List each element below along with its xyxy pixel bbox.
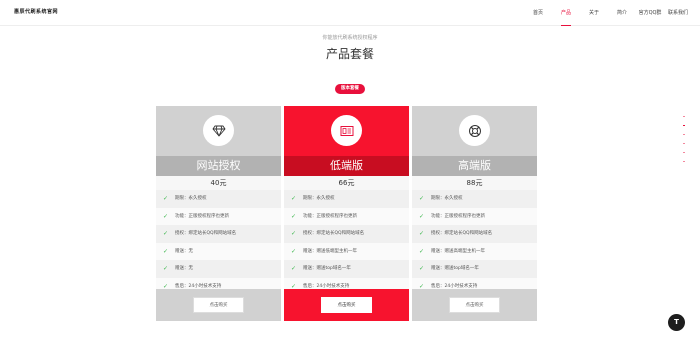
plan-price: 88元: [466, 179, 483, 187]
list-item: ✓ 功能：正版授权程序也更新: [284, 207, 409, 225]
back-to-top-button[interactable]: T: [668, 314, 685, 331]
nav-item-contact[interactable]: 联系我们: [664, 0, 692, 26]
check-icon: ✓: [419, 212, 425, 220]
tag-wrapper: 版本套餐: [0, 74, 700, 94]
list-item: ✓ 赠送：无: [156, 242, 281, 260]
buy-button[interactable]: 点击购买: [193, 297, 244, 313]
check-icon: ✓: [291, 195, 297, 202]
list-item: ✓ 赠送：赠送低端型主机一年: [284, 242, 409, 260]
server-icon: [340, 125, 353, 136]
check-icon: ✓: [419, 195, 425, 202]
check-icon: ✓: [419, 265, 425, 272]
nav-item-home[interactable]: 首页: [524, 0, 552, 26]
feature-list: ✓ 期限：永久授权 ✓ 功能：正版授权程序也更新 ✓ 授权：绑定站长QQ和网站域名 ✓…: [284, 190, 409, 295]
check-icon: ✓: [291, 230, 297, 237]
plan-card-footer: 点击购买: [156, 289, 281, 321]
list-item: ✓ 授权：绑定站长QQ和网站域名: [284, 225, 409, 243]
version-tag[interactable]: 版本套餐: [335, 84, 365, 94]
plan-card-footer: 点击购买: [284, 289, 409, 321]
buy-button[interactable]: 点击购买: [449, 297, 500, 313]
section-subtitle: 你能放代刷系统授权程序: [322, 35, 378, 41]
feature-list: ✓ 期限：永久授权 ✓ 功能：正版授权程序也更新 ✓ 授权：绑定站长QQ和网站域名 ✓…: [412, 190, 537, 295]
list-item: ✓ 功能：正版授权程序也更新: [412, 207, 537, 225]
list-item: ✓ 期限：永久授权: [284, 190, 409, 208]
plan-card-low-end: 低端版 66元 ✓ 期限：永久授权 ✓ 功能：正版授权程序也更新 ✓ 授权：绑定站长Q…: [284, 106, 409, 321]
plan-card-header: [412, 106, 537, 156]
nav-item-products[interactable]: 产品: [552, 0, 580, 26]
check-icon: ✓: [291, 247, 297, 255]
icon-circle: [459, 115, 490, 146]
section-title: 产品套餐: [325, 47, 374, 61]
scroll-dot[interactable]: [683, 134, 685, 135]
list-item: ✓ 期限：永久授权: [156, 190, 281, 208]
plan-price: 66元: [338, 179, 355, 187]
list-item: ✓ 期限：永久授权: [412, 190, 537, 208]
plan-card-website: 网站授权 40元 ✓ 期限：永久授权 ✓ 功能：正版授权程序也更新 ✓ 授权：绑定站长…: [156, 106, 281, 321]
top-navigation-bar: 惠辰代刷系统官网 首页 产品 关于 简介 官方QQ群 联系我们: [0, 0, 700, 26]
plan-name: 低端版: [284, 156, 409, 176]
plan-card-header: [156, 106, 281, 156]
scroll-dot[interactable]: [683, 152, 685, 153]
plan-name: 网站授权: [156, 156, 281, 176]
diamond-icon: [212, 125, 225, 136]
site-logo[interactable]: 惠辰代刷系统官网: [14, 8, 58, 15]
plan-card-footer: 点击购买: [412, 289, 537, 321]
check-icon: ✓: [291, 265, 297, 272]
check-icon: ✓: [419, 247, 425, 255]
icon-circle: [331, 115, 362, 146]
list-item: ✓ 赠送：赠送top域名一年: [284, 260, 409, 278]
icon-circle: [203, 115, 234, 146]
scroll-dot[interactable]: [683, 143, 685, 144]
list-item: ✓ 赠送：无: [156, 260, 281, 278]
side-scroll-indicator: [683, 116, 686, 170]
list-item: ✓ 赠送：赠送top域名一年: [412, 260, 537, 278]
check-icon: ✓: [163, 212, 169, 220]
feature-list: ✓ 期限：永久授权 ✓ 功能：正版授权程序也更新 ✓ 授权：绑定站长QQ和网站域名 ✓…: [156, 190, 281, 295]
check-icon: ✓: [163, 195, 169, 202]
nav-item-intro[interactable]: 简介: [608, 0, 636, 26]
check-icon: ✓: [291, 212, 297, 220]
check-icon: ✓: [419, 230, 425, 237]
buy-button[interactable]: 点击购买: [321, 297, 372, 313]
lifebuoy-icon: [468, 124, 481, 137]
check-icon: ✓: [163, 230, 169, 237]
plan-card-header: [284, 106, 409, 156]
list-item: ✓ 赠送：赠送高端型主机一年: [412, 242, 537, 260]
list-item: ✓ 授权：绑定站长QQ和网站域名: [412, 225, 537, 243]
check-icon: ✓: [163, 247, 169, 255]
scroll-dot[interactable]: [683, 161, 685, 162]
scroll-dot[interactable]: [683, 125, 685, 126]
plan-card-high-end: 高端版 88元 ✓ 期限：永久授权 ✓ 功能：正版授权程序也更新 ✓ 授权：绑定站长Q…: [412, 106, 537, 321]
list-item: ✓ 授权：绑定站长QQ和网站域名: [156, 225, 281, 243]
plan-name: 高端版: [412, 156, 537, 176]
plan-price: 40元: [210, 179, 227, 187]
list-item: ✓ 功能：正版授权程序也更新: [156, 207, 281, 225]
nav-item-about[interactable]: 关于: [580, 0, 608, 26]
main-nav: 首页 产品 关于 简介 官方QQ群 联系我们: [524, 0, 692, 26]
scroll-dot[interactable]: [683, 116, 685, 117]
check-icon: ✓: [163, 265, 169, 272]
nav-item-qq-group[interactable]: 官方QQ群: [636, 0, 664, 26]
